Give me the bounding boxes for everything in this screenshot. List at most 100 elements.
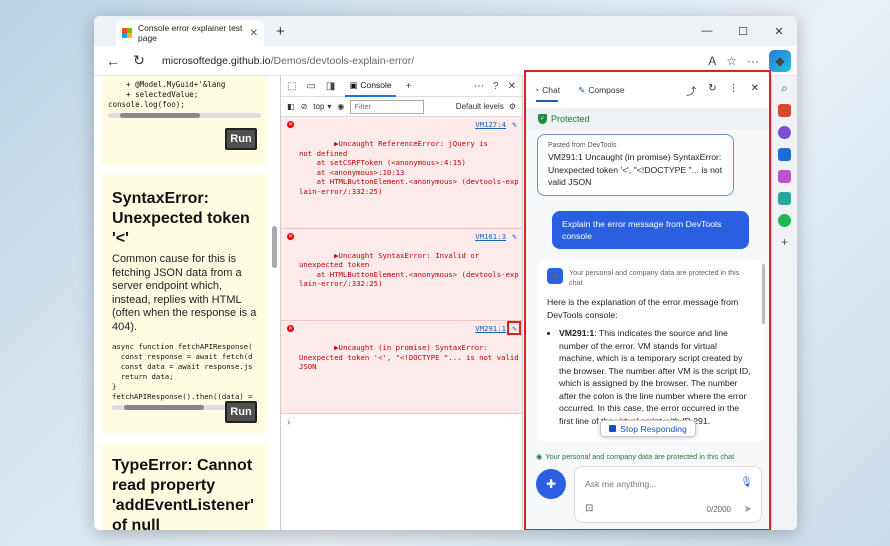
console-toolbar: ◧ ⊘ top▾ ◉ Default levels ⚙ [281,97,522,117]
copilot-sidebar: ◔ Chat ✎ Compose ⤴ ↻ ⋮ ✕ ✓ Protected Paste… [524,70,771,530]
syntax-error-heading: SyntaxError: Unexpected token '<' [112,190,250,247]
image-capture-icon[interactable]: ⊡ [585,503,593,514]
pasted-context-card: Pasted from DevTools VM291:1 Uncaught (i… [537,134,734,196]
tab-title: Console error explainer test page [138,23,243,43]
char-count: 0/2000 [706,505,731,514]
send-icon[interactable]: ➤ [744,504,752,515]
assistant-answer: ◆ Your personal and company data are pro… [537,260,764,442]
context-select[interactable]: top ▾ [313,102,331,111]
add-tab-icon[interactable]: + [406,81,412,92]
bullet-text: : This indicates the source and line num… [559,328,751,426]
refresh-icon[interactable]: ↻ [126,52,152,69]
run-button[interactable]: Run [225,401,257,423]
compose-icon: ✎ [578,84,586,95]
shopping-icon[interactable] [778,104,791,117]
chat-scrollbar[interactable] [762,264,765,324]
explain-error-icon[interactable]: ✎ [512,120,517,130]
chat-icon: ◔ [534,85,540,95]
url-host: microsoftedge.github.io [162,54,271,67]
filter-input[interactable] [350,99,425,114]
maximize-button[interactable]: ☐ [725,16,761,46]
panel-layout-icon[interactable]: ◨ [326,81,335,92]
close-sidebar-icon[interactable]: ✕ [751,83,759,98]
url-field[interactable]: microsoftedge.github.io/Demos/devtools-e… [162,55,414,67]
chevron-down-icon: ▾ [327,102,332,111]
chat-input-box[interactable]: Ask me anything... 🎙 ⊡ 0/2000 ➤ [574,466,762,523]
microphone-icon[interactable]: 🎙 [740,477,753,488]
tab-chat[interactable]: ◔ Chat [534,72,560,108]
privacy-footer: ◉ Your personal and company data are prot… [536,452,734,461]
compose-tab-label: Compose [588,85,625,95]
source-link[interactable]: VM291:1 [475,324,506,334]
shield-icon: ✓ [538,114,547,124]
new-topic-icon: ✚ [545,477,557,491]
read-aloud-icon[interactable]: A [708,54,716,68]
privacy-footer-text: Your personal and company data are prote… [545,452,735,461]
close-window-button[interactable]: ✕ [761,16,797,46]
devtools-tabs: ⬚ ▭ ◨ ▣ Console + ⋯ ? ✕ [281,76,522,97]
browser-tab[interactable]: Console error explainer test page ✕ [116,20,264,46]
help-icon[interactable]: ? [493,81,499,92]
web-page: + @Model.MyGuid+'&lang + selectedValue; … [94,76,280,530]
outlook-icon[interactable] [778,148,791,161]
tab-console[interactable]: ▣ Console [345,76,396,97]
settings-gear-icon[interactable]: ⚙ [509,102,516,111]
run-button[interactable]: Run [225,128,257,150]
stop-responding-button[interactable]: Stop Responding [600,420,696,437]
search-icon[interactable]: ⌕ [778,82,791,95]
spotify-icon[interactable] [778,214,791,227]
source-link[interactable]: VM127:4 [475,120,506,130]
error-text: ▶Uncaught SyntaxError: Invalid or unexpe… [299,250,519,289]
inspect-icon[interactable]: ⬚ [287,81,296,92]
chat-tab-label: Chat [542,85,561,95]
games-icon[interactable] [778,126,791,139]
tab-close-icon[interactable]: ✕ [250,28,258,39]
drop-icon[interactable] [778,192,791,205]
stop-icon [609,425,617,432]
horizontal-scrollbar[interactable] [108,113,261,118]
chat-input[interactable]: Ask me anything... [585,479,656,489]
back-icon[interactable]: ← [100,53,126,69]
url-path: /Demos/devtools-explain-error/ [270,54,415,67]
code-block-2: async function fetchAPIResponse( const r… [112,342,253,401]
edge-sidebar-rail: ⌕ + [771,76,797,530]
error-icon: ✕ [287,325,294,332]
more-tools-icon[interactable]: ⋯ [474,81,484,92]
stop-label: Stop Responding [620,423,687,434]
live-expression-icon[interactable]: ◉ [337,102,344,111]
type-error-heading: TypeError: Cannot read property 'addEven… [112,457,254,530]
new-topic-button[interactable]: ✚ [536,469,566,499]
levels-select[interactable]: Default levels [456,102,504,111]
syntax-error-description: Common cause for this is fetching JSON d… [112,253,257,333]
code-block-1: + @Model.MyGuid+'&lang + selectedValue; … [108,80,226,109]
favorite-star-icon[interactable]: ☆ [726,54,737,68]
syntax-error-card: SyntaxError: Unexpected token '<' Common… [102,175,267,433]
copilot-icon[interactable]: ◆ [769,50,791,72]
clear-console-icon[interactable]: ⊘ [301,102,308,111]
add-app-icon[interactable]: + [778,236,791,249]
console-prompt[interactable]: › [281,414,522,431]
more-icon[interactable]: ⋮ [729,83,739,98]
device-icon[interactable]: ▭ [306,81,315,92]
highlight-box [507,321,521,335]
designer-icon[interactable] [778,170,791,183]
microsoft-logo-icon [122,28,132,38]
protected-banner: ✓ Protected [526,108,769,130]
copilot-logo-icon: ◆ [547,268,563,284]
sidebar-toggle-icon[interactable]: ◧ [287,102,295,111]
pasted-text: VM291:1 Uncaught (in promise) SyntaxErro… [548,152,723,187]
minimize-button[interactable]: — [689,16,725,46]
more-options-icon[interactable]: ··· [747,54,759,68]
close-devtools-icon[interactable]: ✕ [508,81,516,92]
tab-compose[interactable]: ✎ Compose [578,72,625,108]
console-error-message: ✕ ▶Uncaught (in promise) SyntaxError: Un… [281,321,522,414]
refresh-chat-icon[interactable]: ↻ [708,83,716,98]
answer-intro: Here is the explanation of the error mes… [547,297,739,320]
new-tab-button[interactable]: + [276,23,285,40]
type-error-card: TypeError: Cannot read property 'addEven… [102,444,267,530]
context-value: top [313,102,325,111]
source-link[interactable]: VM161:3 [475,232,506,242]
explain-error-icon[interactable]: ✎ [512,232,517,242]
open-in-new-icon[interactable]: ⤴ [686,83,696,98]
page-scrollbar[interactable] [272,226,277,268]
